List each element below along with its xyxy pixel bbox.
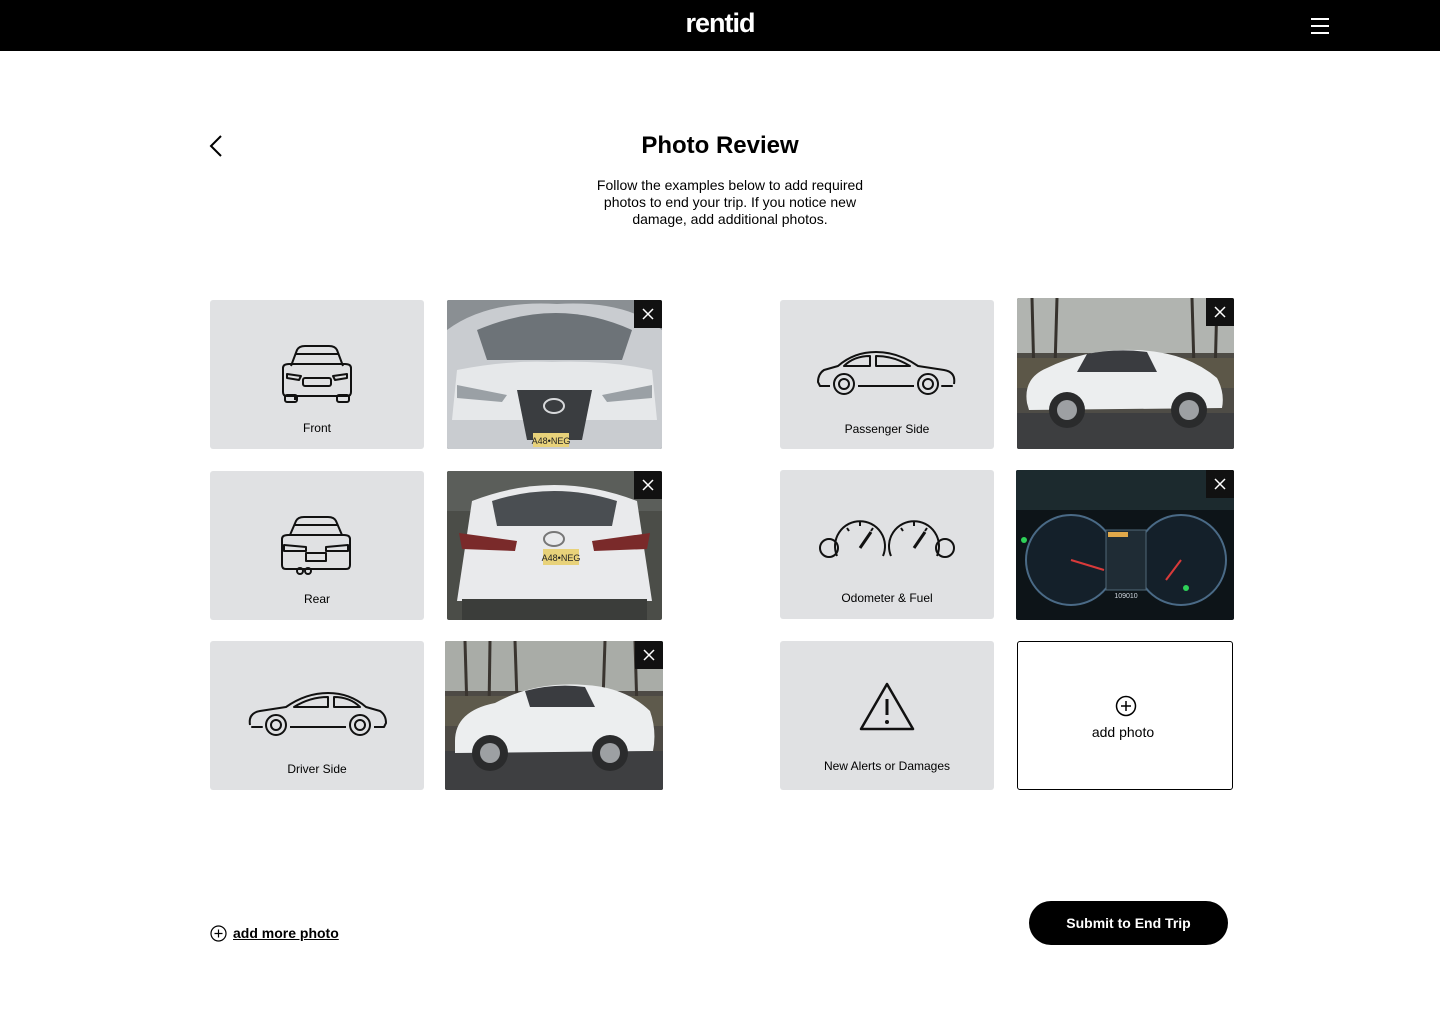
page-title: Photo Review (641, 132, 799, 159)
odometer-photo[interactable]: 109010 (1016, 470, 1234, 620)
slot-passenger-side[interactable]: Passenger Side (780, 300, 994, 449)
slot-label: New Alerts or Damages (823, 759, 951, 773)
add-more-photo-link[interactable]: add more photo (210, 922, 339, 944)
car-side-icon (817, 351, 956, 395)
logo[interactable]: rentid (0, 8, 1440, 39)
slot-label: Driver Side (287, 762, 347, 776)
slot-label: Rear (303, 592, 330, 606)
close-icon[interactable] (634, 300, 662, 328)
car-side-icon (248, 692, 387, 736)
rear-plate: A48•NEG (542, 553, 581, 563)
add-photo-button[interactable]: add photo (1017, 641, 1233, 790)
close-icon[interactable] (634, 471, 662, 499)
page-subtitle: Follow the examples below to add require… (596, 177, 864, 227)
slot-odometer-fuel[interactable]: Odometer & Fuel (780, 470, 994, 619)
plus-circle-icon (210, 924, 227, 942)
hamburger-menu-icon[interactable] (1311, 17, 1333, 35)
car-front-icon (282, 345, 352, 403)
odometer-reading: 109010 (1114, 593, 1137, 600)
close-icon[interactable] (1206, 470, 1234, 498)
slot-label: Front (302, 421, 331, 435)
close-icon[interactable] (1206, 298, 1234, 326)
close-icon[interactable] (635, 641, 663, 669)
rear-photo[interactable]: A48•NEG (447, 471, 662, 620)
slot-label: Odometer & Fuel (841, 591, 933, 605)
submit-end-trip-button[interactable]: Submit to End Trip (1029, 901, 1228, 945)
add-photo-label: add photo (1091, 724, 1155, 740)
top-bar: rentid (0, 0, 1440, 51)
slot-driver-side[interactable]: Driver Side (210, 641, 424, 790)
slot-new-alerts-damages[interactable]: New Alerts or Damages (780, 641, 994, 790)
front-photo[interactable]: A48•NEG (447, 300, 662, 449)
driver-side-photo[interactable] (445, 641, 663, 790)
slot-label: Passenger Side (844, 422, 930, 436)
add-more-photo-label: add more photo (233, 925, 339, 941)
slot-front[interactable]: Front (210, 300, 424, 449)
front-plate: A48•NEG (532, 436, 571, 446)
slot-rear[interactable]: Rear (210, 471, 424, 620)
car-rear-icon (281, 516, 351, 575)
warning-icon (859, 682, 915, 731)
plus-circle-icon (1115, 695, 1137, 717)
passenger-side-photo[interactable] (1017, 298, 1234, 449)
gauges-icon (819, 520, 955, 558)
